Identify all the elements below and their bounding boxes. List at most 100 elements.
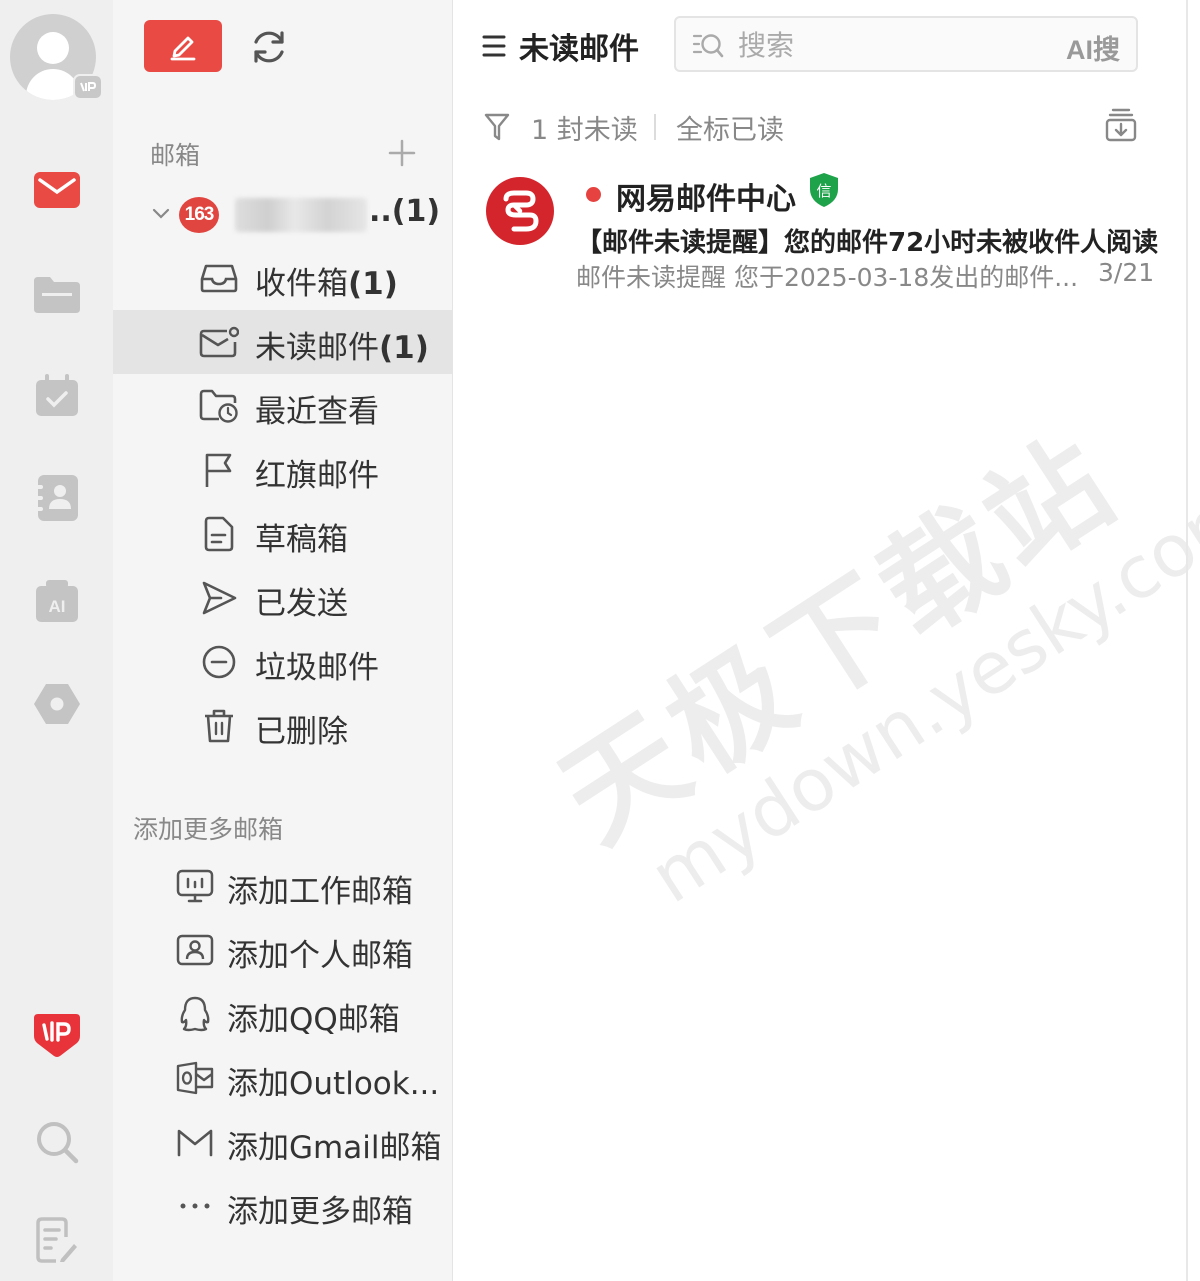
- folder-sidebar: 邮箱 163 ..(1) 收件箱(1) 未读邮件(1) 最近查看 红旗邮件 草稿…: [113, 0, 453, 1281]
- folder-inbox[interactable]: 收件箱(1): [113, 246, 452, 310]
- rail-ai[interactable]: AI: [0, 562, 113, 642]
- add-mailbox-label: 添加Outlook...: [227, 1066, 440, 1102]
- folder-label: 收件箱: [255, 266, 348, 302]
- search-icon: [36, 1122, 78, 1164]
- dashi-logo-icon: [33, 1014, 80, 1057]
- mail-list-pane: 未读邮件 AI搜 1 封未读 全标已读 网易邮件中心 信 【邮件未读提醒】您的邮…: [453, 0, 1200, 1281]
- watermark: 天极下载站 mydown.yesky.com: [537, 409, 1200, 920]
- spam-icon: [199, 644, 239, 680]
- folder-label: 已删除: [255, 714, 348, 750]
- folder-count: (1): [379, 330, 429, 366]
- folder-unread[interactable]: 未读邮件(1): [113, 310, 452, 374]
- folder-icon: [33, 277, 80, 313]
- add-personal-mailbox[interactable]: 添加个人邮箱: [113, 918, 452, 982]
- add-more-mailbox[interactable]: 添加更多邮箱: [113, 1174, 452, 1238]
- folder-spam[interactable]: 垃圾邮件: [113, 630, 452, 694]
- rail-dashi[interactable]: [0, 994, 113, 1074]
- qq-icon: [175, 996, 215, 1032]
- more-dots-icon: [175, 1188, 215, 1224]
- rail-folders[interactable]: [0, 254, 113, 334]
- divider: [654, 114, 656, 140]
- archive-download-icon[interactable]: [1105, 108, 1137, 142]
- mail-sender: 网易邮件中心: [616, 182, 796, 217]
- mail-icon: [33, 172, 80, 208]
- folder-label: 最近查看: [255, 394, 379, 430]
- mail-date: 3/21: [1098, 258, 1155, 287]
- unread-mail-icon: [199, 324, 239, 360]
- mailbox-section-title: 邮箱: [150, 141, 201, 170]
- add-gmail-mailbox[interactable]: 添加Gmail邮箱: [113, 1110, 452, 1174]
- rail-extensions[interactable]: [0, 664, 113, 744]
- pane-divider: [1186, 0, 1188, 1281]
- send-icon: [199, 580, 239, 616]
- vip-badge-icon: [73, 74, 103, 100]
- svg-text:信: 信: [816, 182, 831, 200]
- settings-hexagon-icon: [33, 684, 80, 724]
- search-input[interactable]: [738, 26, 1038, 64]
- inbox-icon: [199, 260, 239, 296]
- rail-mail[interactable]: [0, 150, 113, 230]
- add-mailbox-label: 添加更多邮箱: [227, 1194, 413, 1230]
- mail-subject: 【邮件未读提醒】您的邮件72小时未被收件人阅读: [576, 228, 1159, 258]
- 163-badge-icon: 163: [179, 197, 219, 233]
- recent-folder-icon: [199, 388, 239, 424]
- add-outlook-mailbox[interactable]: 添加Outlook...: [113, 1046, 452, 1110]
- folder-flagged[interactable]: 红旗邮件: [113, 438, 452, 502]
- mail-preview: 邮件未读提醒 您于2025-03-18发出的邮件...: [576, 263, 1079, 292]
- page-title: 未读邮件: [519, 32, 639, 67]
- trash-icon: [199, 708, 239, 744]
- add-mailbox-label: 添加工作邮箱: [227, 874, 413, 910]
- account-unread-count: ..(1): [369, 194, 441, 229]
- personal-mailbox-icon: [175, 932, 215, 968]
- search-box[interactable]: AI搜: [674, 16, 1138, 72]
- gmail-icon: [175, 1124, 215, 1160]
- mail-list-item[interactable]: 网易邮件中心 信 【邮件未读提醒】您的邮件72小时未被收件人阅读 邮件未读提醒 …: [453, 160, 1186, 300]
- outlook-icon: [175, 1060, 215, 1096]
- add-qq-mailbox[interactable]: 添加QQ邮箱: [113, 982, 452, 1046]
- folder-label: 未读邮件: [255, 330, 379, 366]
- folder-deleted[interactable]: 已删除: [113, 694, 452, 758]
- folder-recent[interactable]: 最近查看: [113, 374, 452, 438]
- ai-icon: AI: [35, 580, 78, 622]
- netease-logo-icon: [486, 177, 554, 245]
- refresh-icon: [254, 31, 284, 63]
- folder-label: 已发送: [255, 586, 348, 622]
- folder-count: (1): [348, 266, 398, 302]
- rail-notes[interactable]: [0, 1200, 113, 1280]
- add-mailbox-plus-icon[interactable]: [387, 138, 417, 168]
- add-mailbox-label: 添加个人邮箱: [227, 938, 413, 974]
- folder-label: 垃圾邮件: [255, 650, 379, 686]
- compose-button[interactable]: [144, 20, 222, 72]
- ai-search-button[interactable]: AI搜: [1066, 28, 1120, 67]
- account-163[interactable]: 163 ..(1): [113, 190, 453, 240]
- rail-calendar[interactable]: [0, 356, 113, 436]
- draft-icon: [199, 516, 239, 552]
- add-mailbox-label: 添加QQ邮箱: [227, 1002, 400, 1038]
- folder-drafts[interactable]: 草稿箱: [113, 502, 452, 566]
- filter-icon[interactable]: [484, 112, 510, 142]
- notes-edit-icon: [35, 1217, 77, 1263]
- refresh-button[interactable]: [244, 22, 294, 72]
- folder-label: 草稿箱: [255, 522, 348, 558]
- rail-contacts[interactable]: [0, 458, 113, 538]
- rail-search[interactable]: [0, 1102, 113, 1182]
- chevron-down-icon[interactable]: [151, 204, 171, 224]
- mark-all-read-button[interactable]: 全标已读: [676, 108, 784, 147]
- app-rail: AI: [0, 0, 113, 1281]
- folder-label: 红旗邮件: [255, 458, 379, 494]
- compose-pencil-icon: [170, 36, 196, 61]
- add-more-section-title: 添加更多邮箱: [133, 815, 284, 844]
- verified-shield-icon: 信: [810, 173, 838, 207]
- search-icon: [692, 34, 724, 58]
- contacts-icon: [35, 475, 78, 521]
- unread-count: 1 封未读: [531, 115, 638, 146]
- work-mailbox-icon: [175, 868, 215, 904]
- unread-dot: [586, 187, 601, 202]
- folder-sent[interactable]: 已发送: [113, 566, 452, 630]
- add-mailbox-label: 添加Gmail邮箱: [227, 1130, 442, 1166]
- menu-icon[interactable]: [482, 34, 506, 58]
- account-address-blurred: [235, 198, 367, 232]
- svg-text:AI: AI: [48, 597, 65, 616]
- add-work-mailbox[interactable]: 添加工作邮箱: [113, 854, 452, 918]
- flag-icon: [199, 452, 239, 488]
